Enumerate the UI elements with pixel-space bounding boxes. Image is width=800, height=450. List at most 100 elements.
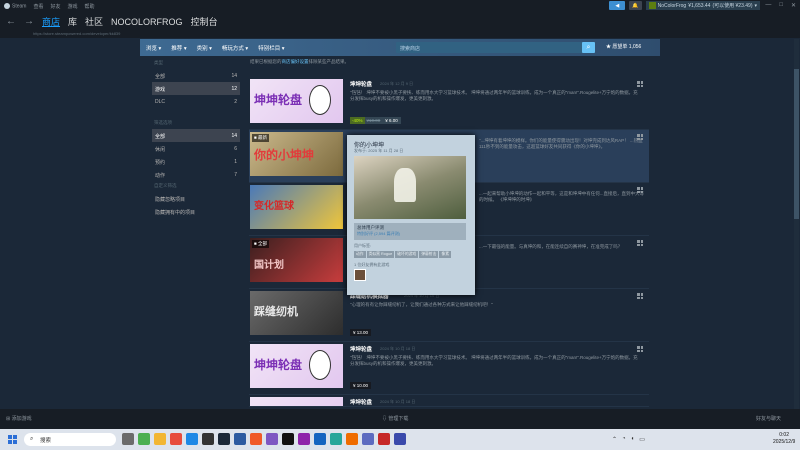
file-explorer-icon[interactable] [154,433,166,445]
app-icon[interactable] [250,433,262,445]
store-nav-categories[interactable]: 类别 ▾ [197,44,212,52]
windows-start-icon[interactable] [8,435,17,444]
chevron-up-icon[interactable]: ⌃ [612,436,617,443]
tag: 像素 [439,251,451,258]
back-arrow-icon[interactable]: ← [6,16,16,27]
filter-notice: 结果已根据您的商店偏好设置排除某些产品结果。 [250,59,349,64]
page-scrollbar[interactable] [794,39,799,409]
app-icon[interactable] [394,433,406,445]
game-description: "铛铛！ 坤坤不要被小黑子要挟、练而用水大学习篮球技术。 坤坤将通过两年半的篮球… [350,355,638,366]
release-date: 2024 年 10 月 18 日 [380,346,416,351]
windows-icon [637,240,643,246]
search-button[interactable]: ⌕ [582,42,595,53]
notification-button[interactable]: 🔔 [629,1,642,10]
list-item[interactable]: 踩缝纫机 踩缝纫机模拟器 2024 年 10 月 10 日 "心理的有有让你踩缝… [249,289,649,342]
taskbar-search-box[interactable]: ⌕ 搜索 [24,433,116,446]
tab-profile[interactable]: NOCOLORFROG [111,17,183,27]
list-item[interactable]: 坤坤轮盘 坤坤轮盘 2024 年 12 月 9 日 "铛铛！ 坤坤不要被小黑子要… [249,77,649,130]
store-nav-recommended[interactable]: 推荐 ▾ [171,44,186,52]
volume-icon[interactable]: ◖ [631,436,635,443]
os-taskbar: ⌕ 搜索 ⌃ ◔ ◖ ▭ 0:02 2025/12/9 [0,429,800,450]
popup-screenshot [354,156,466,219]
wifi-icon[interactable]: ◔ [622,436,626,443]
announcement-button[interactable]: ◀ [609,1,626,10]
maximize-icon[interactable]: □ [779,2,783,9]
final-price: ¥ 10.00 [350,382,372,389]
minimize-icon[interactable]: — [765,2,771,9]
app-icon[interactable] [314,433,326,445]
app-icon[interactable] [202,433,214,445]
menu-games[interactable]: 游戏 [67,3,77,10]
app-icon[interactable] [298,433,310,445]
steam-bottom-bar: ⊞ 添加游戏 ⇩ 管理下载 好友与聊天 [0,409,800,429]
avatar [648,2,656,9]
url-bar: https://store.steampowered.com/developer… [0,31,800,38]
tab-console[interactable]: 控制台 [191,15,218,28]
type-all[interactable]: 全部 14 [152,69,240,82]
duck-character-image [309,350,331,380]
store-nav-special[interactable]: 特别栏目 ▾ [258,44,284,52]
windows-icon [637,81,643,87]
taskbar-clock[interactable]: 0:02 2025/12/9 [773,432,795,446]
preferences-link[interactable]: 商店偏好设置 [282,59,309,64]
add-game-button[interactable]: ⊞ 添加游戏 [6,415,32,422]
close-icon[interactable]: ✕ [791,2,796,9]
menu-help[interactable]: 帮助 [85,3,95,10]
friends-chat-button[interactable]: 好友与聊天 [756,415,781,422]
tab-community[interactable]: 社区 [85,15,103,28]
menu-view[interactable]: 查看 [33,3,43,10]
scroll-thumb[interactable] [794,69,799,219]
type-games[interactable]: 游戏 12 [152,82,240,95]
friend-avatar [354,269,366,281]
filter-all[interactable]: 全部 14 [152,129,240,142]
capcut-icon[interactable] [282,433,294,445]
wishlist-link[interactable]: ★ 愿望单 1,056 [606,43,641,50]
game-capsule: 变化篮球 [250,185,343,229]
chevron-down-icon: ▾ [754,2,757,9]
price-block: ¥ 10.00 [350,382,372,389]
forward-arrow-icon[interactable]: → [24,16,34,27]
discount-badge: -40% [350,117,365,124]
game-description: ...一下最强的能量。与真坤的和，在能连续自的赛神坤，在准完成了吗？ [479,244,623,249]
hide-ignored-link[interactable]: 隐藏忽略项目 [152,192,240,205]
account-menu[interactable]: NoColorFrog ¥1,653.44 (可以使用 ¥23.49) ▾ [645,1,760,10]
game-title: 坤坤轮盘 [350,82,373,88]
app-icon[interactable] [346,433,358,445]
type-dlc[interactable]: DLC 2 [152,95,240,108]
filter-casual[interactable]: 休闲 6 [152,142,240,155]
game-capsule: ■ 全部 国计划 [250,238,343,282]
app-icon[interactable] [362,433,374,445]
steam-icon[interactable] [218,433,230,445]
wechat-icon[interactable] [138,433,150,445]
store-nav-browse[interactable]: 浏览 ▾ [146,44,161,52]
battery-icon[interactable]: ▭ [639,436,645,443]
app-icon[interactable] [378,433,390,445]
tab-library[interactable]: 库 [68,15,77,28]
task-view-icon[interactable] [122,433,134,445]
game-capsule: 坤坤轮盘 [250,344,343,388]
game-description: "心理的有有让你踩缝纫机了，让我们通过各种方式来让他踩缝纫机吧！" [350,302,493,307]
game-description: ...一起来帮助小坤坤的动作一起和平等，这是和坤坤中有任何...直接后，直到中大… [479,191,644,202]
filter-action[interactable]: 动作 7 [152,168,240,181]
list-item[interactable]: 坤坤轮盘 2024 年 10 月 18 日 [249,395,649,407]
game-title: 坤坤轮盘 [350,400,373,406]
game-title: 坤坤轮盘 [350,347,373,353]
windows-icon [637,293,643,299]
app-icon[interactable] [234,433,246,445]
edge-icon[interactable] [186,433,198,445]
username: NoColorFrog [657,2,687,9]
tag: 弹幕射击 [419,251,439,258]
filter-preorder[interactable]: 预约 1 [152,155,240,168]
store-nav-ways-to-play[interactable]: 畅玩方式 ▾ [222,44,248,52]
app-icon[interactable] [330,433,342,445]
game-description: "...坤坤有着坤坤的模样。你们的能量使得震动出现！对坤完成到达风RAP！ ..… [479,138,643,149]
search-input[interactable]: 搜索商店 [396,42,586,53]
steam-menu[interactable]: Steam [4,2,26,9]
tab-store[interactable]: 商店 [42,15,60,28]
list-item[interactable]: 坤坤轮盘 坤坤轮盘 2024 年 10 月 18 日 "铛铛！ 坤坤不要被小黑子… [249,342,649,395]
hide-owned-link[interactable]: 隐藏拥有中的项目 [152,205,240,218]
menu-friends[interactable]: 好友 [50,3,60,10]
chrome-icon[interactable] [170,433,182,445]
app-icon[interactable] [266,433,278,445]
downloads-button[interactable]: ⇩ 管理下载 [382,415,408,422]
